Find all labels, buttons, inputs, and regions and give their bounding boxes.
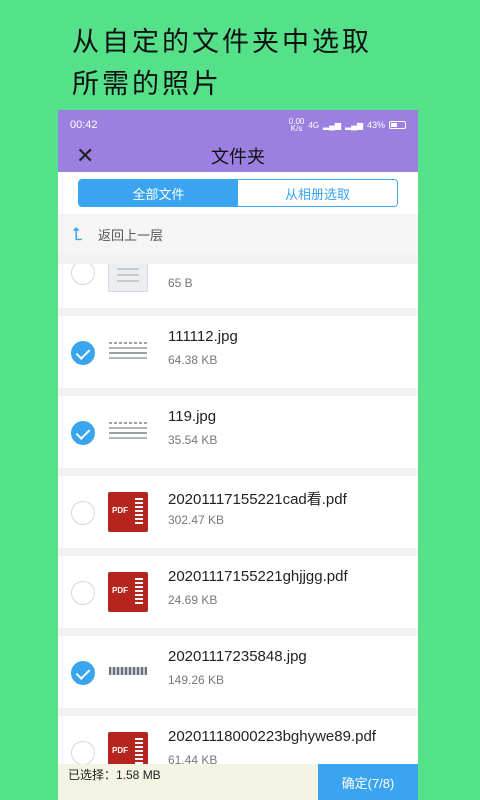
- bottom-bar: 已选择：1.58 MB 确定(7/8): [58, 764, 418, 800]
- file-name: 20201117155221ghjjgg.pdf: [168, 568, 348, 585]
- title-bar: ✕ 文件夹: [58, 140, 418, 172]
- back-arrow-icon: ⮤: [72, 224, 83, 244]
- file-size: 65 B: [168, 276, 193, 290]
- list-item[interactable]: 65 B: [58, 264, 418, 308]
- promo-caption: 从自定的文件夹中选取 所需的照片: [72, 22, 472, 106]
- back-label: 返回上一层: [98, 227, 164, 243]
- file-list[interactable]: 65 B 111112.jpg 64.38 KB 119.jpg 35.54 K…: [58, 264, 418, 764]
- tab-all-files[interactable]: 全部文件: [79, 180, 238, 206]
- checkbox[interactable]: [71, 501, 95, 525]
- signal-icon: ▂▄▆: [323, 120, 341, 130]
- tab-bar: 全部文件 从相册选取: [58, 172, 418, 214]
- checkbox-checked[interactable]: [71, 421, 95, 445]
- image-thumbnail-icon: [108, 412, 148, 452]
- checkbox[interactable]: [71, 741, 95, 764]
- tab-from-album[interactable]: 从相册选取: [238, 180, 397, 206]
- file-size: 302.47 KB: [168, 513, 225, 527]
- list-item[interactable]: 119.jpg 35.54 KB: [58, 396, 418, 468]
- file-name: 20201117155221cad看.pdf: [168, 491, 347, 508]
- pdf-icon: PDF: [108, 572, 148, 612]
- status-time: 00:42: [70, 119, 98, 131]
- file-name: 111112.jpg: [168, 328, 238, 345]
- status-icons: 0.00 K/s 4G ▂▄▆ ▂▄▆ 43%: [288, 117, 406, 133]
- battery-icon: [389, 121, 406, 129]
- pdf-icon: PDF: [108, 492, 148, 532]
- phone-screen: 00:42 0.00 K/s 4G ▂▄▆ ▂▄▆ 43% ✕ 文件夹 全部文件…: [58, 110, 418, 800]
- list-item[interactable]: 111112.jpg 64.38 KB: [58, 316, 418, 388]
- battery-percent: 43%: [366, 120, 385, 130]
- back-button[interactable]: ⮤ 返回上一层: [58, 214, 418, 254]
- image-thumbnail-icon: [108, 332, 148, 372]
- network-type: 4G: [308, 120, 320, 130]
- file-size: 24.69 KB: [168, 593, 218, 607]
- file-name: 20201117235848.jpg: [168, 648, 307, 665]
- file-size: 61.44 KB: [168, 753, 218, 764]
- list-item[interactable]: PDF 20201117155221cad看.pdf 302.47 KB: [58, 476, 418, 548]
- file-size: 149.26 KB: [168, 673, 225, 687]
- file-name: 20201118000223bghywe89.pdf: [168, 728, 376, 745]
- segmented-control: 全部文件 从相册选取: [78, 179, 398, 207]
- confirm-button[interactable]: 确定(7/8): [318, 764, 418, 800]
- file-size: 35.54 KB: [168, 433, 218, 447]
- list-item[interactable]: PDF 20201117155221ghjjgg.pdf 24.69 KB: [58, 556, 418, 628]
- checkbox[interactable]: [71, 581, 95, 605]
- checkbox-checked[interactable]: [71, 341, 95, 365]
- selected-size-label: 已选择：1.58 MB: [58, 764, 318, 800]
- list-item[interactable]: 20201117235848.jpg 149.26 KB: [58, 636, 418, 708]
- image-thumbnail-icon: [108, 652, 148, 692]
- document-icon: [108, 264, 148, 292]
- pdf-icon: PDF: [108, 732, 148, 764]
- close-icon[interactable]: ✕: [76, 145, 96, 167]
- network-speed: 0.00 K/s: [288, 117, 305, 133]
- promo-line-1: 从自定的文件夹中选取: [72, 27, 372, 58]
- checkbox-checked[interactable]: [71, 661, 95, 685]
- file-name: 119.jpg: [168, 408, 217, 425]
- file-size: 64.38 KB: [168, 353, 218, 367]
- page-title: 文件夹: [211, 147, 265, 167]
- promo-line-2: 所需的照片: [72, 69, 222, 100]
- status-bar: 00:42 0.00 K/s 4G ▂▄▆ ▂▄▆ 43%: [58, 110, 418, 140]
- list-item[interactable]: PDF 20201118000223bghywe89.pdf 61.44 KB: [58, 716, 418, 764]
- checkbox[interactable]: [71, 264, 95, 285]
- signal-icon-2: ▂▄▆: [345, 120, 363, 130]
